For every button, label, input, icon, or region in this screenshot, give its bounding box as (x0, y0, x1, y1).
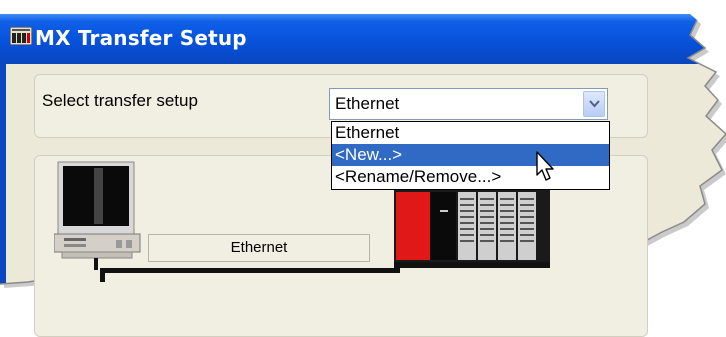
dropdown-button[interactable] (583, 91, 605, 117)
mouse-pointer-icon (536, 151, 554, 181)
dropdown-option-rename-remove[interactable]: <Rename/Remove...> (332, 166, 609, 188)
dropdown-option-ethernet[interactable]: Ethernet (332, 122, 609, 144)
transfer-setup-combobox[interactable]: Ethernet (329, 88, 608, 120)
plc-icon (394, 190, 550, 268)
chevron-down-icon (589, 100, 600, 108)
connection-type-label: Ethernet (148, 234, 370, 262)
network-cable-icon (100, 268, 400, 282)
app-icon (10, 27, 32, 45)
transfer-setup-dropdown-list: Ethernet <New...> <Rename/Remove...> (331, 121, 610, 190)
combobox-selected-value: Ethernet (335, 94, 400, 113)
mx-transfer-setup-window: MX Transfer Setup Select transfer setup … (0, 0, 726, 337)
select-transfer-setup-label: Select transfer setup (42, 91, 198, 110)
window-title: MX Transfer Setup (35, 26, 247, 50)
dropdown-option-new[interactable]: <New...> (332, 144, 609, 166)
computer-icon (54, 161, 141, 270)
